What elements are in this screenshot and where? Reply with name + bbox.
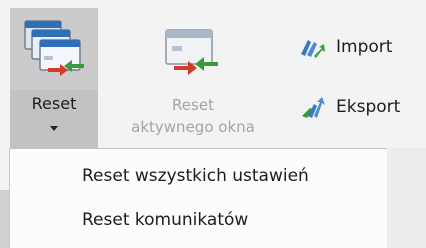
menu-item-label: Reset komunikatów	[82, 210, 249, 230]
menu-item-reset-all-settings[interactable]: Reset wszystkich ustawień	[10, 157, 386, 197]
window-reset-icon	[165, 29, 218, 75]
reset-dropdown-toggle[interactable]: Reset	[10, 90, 98, 148]
windows-reset-icon	[24, 20, 84, 76]
background-panel	[387, 148, 426, 248]
import-button[interactable]: Import	[296, 32, 422, 64]
export-label: Eksport	[336, 97, 401, 117]
reset-button-main[interactable]	[10, 8, 98, 90]
import-arrows-icon	[301, 40, 325, 58]
menu-item-reset-messages[interactable]: Reset komunikatów	[10, 201, 386, 241]
export-button[interactable]: Eksport	[296, 92, 422, 124]
reset-button-label: Reset	[31, 94, 77, 113]
background-strip	[0, 190, 9, 248]
reset-dropdown-menu: Reset wszystkich ustawień Reset komunika…	[9, 148, 387, 248]
chevron-down-icon	[50, 126, 58, 131]
export-arrows-icon	[302, 97, 325, 118]
import-label: Import	[336, 37, 393, 57]
reset-split-button[interactable]: Reset	[10, 8, 98, 148]
menu-item-label: Reset wszystkich ustawień	[82, 166, 309, 186]
reset-active-window-label: Reset aktywnego okna	[131, 96, 255, 136]
reset-active-window-button[interactable]: Reset aktywnego okna	[110, 8, 276, 148]
ribbon-toolbar: Reset Reset aktywnego okna Import Ekspor…	[0, 0, 426, 148]
